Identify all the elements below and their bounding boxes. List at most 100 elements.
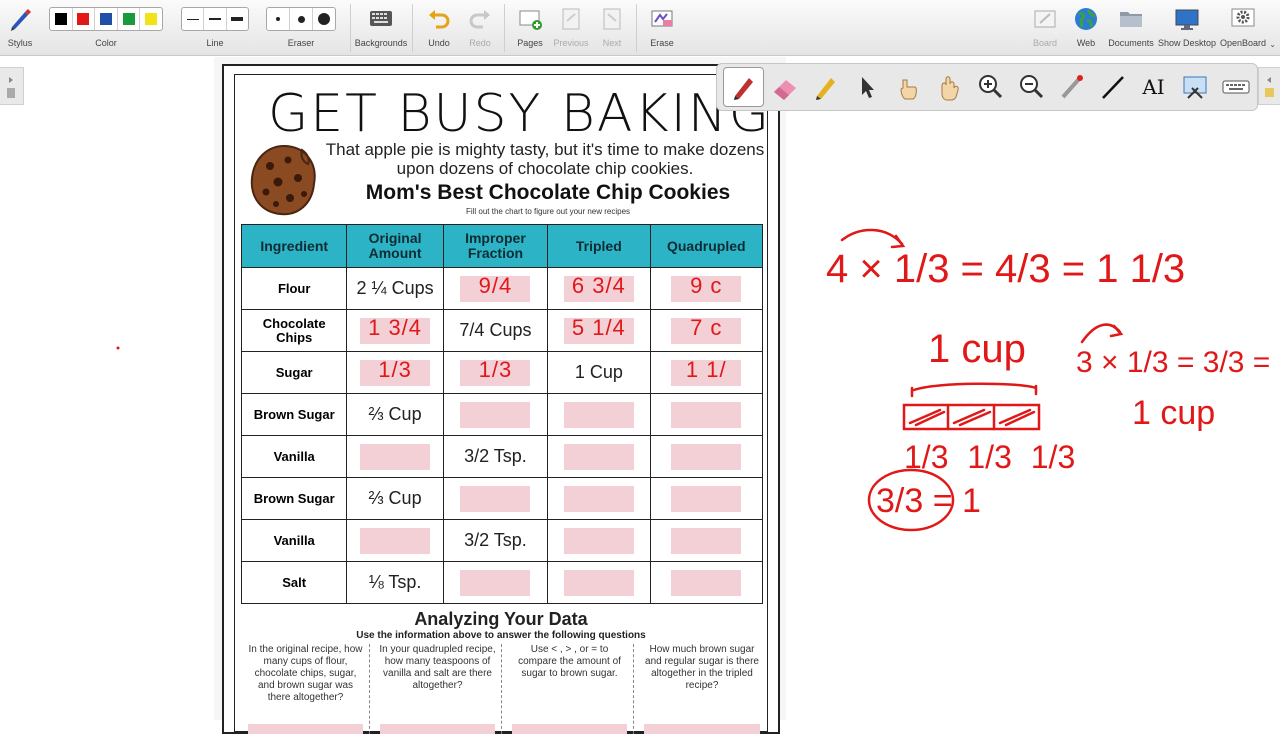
answer-box[interactable]	[671, 401, 742, 428]
web-button[interactable]: Web	[1066, 0, 1106, 56]
improper-cell[interactable]: 7/4 Cups	[442, 309, 549, 352]
improper-cell[interactable]	[442, 393, 549, 436]
eraser-medium[interactable]	[290, 8, 313, 30]
backgrounds-button[interactable]: Backgrounds	[352, 0, 410, 56]
laser-pointer-tool[interactable]	[1051, 67, 1092, 107]
eraser-small[interactable]	[267, 8, 290, 30]
answer-box[interactable]	[563, 569, 634, 596]
answer-box[interactable]: 1 1/	[671, 357, 742, 386]
virtual-keyboard-tool[interactable]	[1215, 67, 1256, 107]
tripled-cell[interactable]	[547, 561, 651, 604]
erase-button[interactable]: Erase	[642, 0, 682, 56]
capture-tool[interactable]	[1174, 67, 1215, 107]
quadrupled-cell[interactable]: 7 c	[649, 309, 764, 352]
answer-box[interactable]	[380, 724, 495, 734]
answer-box[interactable]	[671, 569, 742, 596]
original-cell[interactable]: ⅔ Cup	[346, 393, 444, 436]
stylus-button[interactable]: Stylus	[0, 0, 40, 56]
original-cell[interactable]: 2 ¼ Cups	[346, 267, 444, 310]
answer-box[interactable]	[644, 724, 760, 734]
previous-button[interactable]: Previous	[551, 0, 591, 56]
tripled-cell[interactable]	[547, 519, 651, 562]
answer-box[interactable]: 5 1/4	[563, 315, 634, 344]
next-button[interactable]: Next	[593, 0, 631, 56]
eraser-tool[interactable]	[764, 67, 805, 107]
answer-box[interactable]: 1 3/4	[360, 315, 431, 344]
left-pages-panel-toggle[interactable]	[0, 67, 24, 105]
original-cell[interactable]: ⅛ Tsp.	[346, 561, 444, 604]
answer-box[interactable]: 1/3	[360, 357, 431, 386]
answer-box[interactable]	[360, 527, 431, 554]
answer-box[interactable]	[563, 485, 634, 512]
interact-tool[interactable]	[887, 67, 928, 107]
tripled-cell[interactable]	[547, 393, 651, 436]
board-button[interactable]: Board	[1025, 0, 1065, 56]
improper-cell[interactable]: 1/3	[442, 351, 549, 394]
color-yellow[interactable]	[140, 8, 162, 30]
quadrupled-cell[interactable]: 9 c	[649, 267, 764, 310]
original-cell[interactable]: 1 3/4	[346, 309, 444, 352]
improper-cell[interactable]: 9/4	[442, 267, 549, 310]
pen-tool[interactable]	[723, 67, 764, 107]
zoom-in-tool[interactable]	[969, 67, 1010, 107]
answer-box[interactable]	[563, 443, 634, 470]
original-cell[interactable]: 1/3	[346, 351, 444, 394]
answer-box[interactable]	[248, 724, 363, 734]
documents-button[interactable]: Documents	[1107, 0, 1155, 56]
answer-box[interactable]: 9/4	[460, 273, 531, 302]
quadrupled-cell[interactable]	[649, 561, 764, 604]
answer-box[interactable]: 7 c	[671, 315, 742, 344]
improper-cell[interactable]	[442, 561, 549, 604]
original-cell[interactable]	[346, 519, 444, 562]
answer-box[interactable]	[671, 443, 742, 470]
improper-cell[interactable]: 3/2 Tsp.	[442, 435, 549, 478]
answer-box[interactable]	[563, 527, 634, 554]
highlighter-tool[interactable]	[805, 67, 846, 107]
text-tool[interactable]: AI	[1133, 67, 1174, 107]
openboard-menu-button[interactable]: OpenBoard	[1218, 0, 1268, 56]
right-panel-toggle[interactable]	[1258, 67, 1280, 105]
answer-box[interactable]: 9 c	[671, 273, 742, 302]
tripled-cell[interactable]	[547, 477, 651, 520]
quadrupled-cell[interactable]	[649, 435, 764, 478]
answer-box[interactable]: 1/3	[460, 357, 531, 386]
line-tool[interactable]	[1092, 67, 1133, 107]
answer-box[interactable]	[671, 485, 742, 512]
quadrupled-cell[interactable]	[649, 477, 764, 520]
tripled-cell[interactable]: 6 3/4	[547, 267, 651, 310]
toolbar-expand-chevron-icon[interactable]: ⌄	[1269, 40, 1276, 49]
answer-box[interactable]	[460, 569, 531, 596]
select-tool[interactable]	[846, 67, 887, 107]
pages-button[interactable]: Pages	[510, 0, 550, 56]
answer-box[interactable]	[512, 724, 627, 734]
original-cell[interactable]: ⅔ Cup	[346, 477, 444, 520]
color-black[interactable]	[50, 8, 73, 30]
color-green[interactable]	[118, 8, 141, 30]
hand-tool[interactable]	[928, 67, 969, 107]
undo-button[interactable]: Undo	[420, 0, 458, 56]
eraser-large[interactable]	[313, 8, 335, 30]
answer-box[interactable]: 6 3/4	[563, 273, 634, 302]
improper-cell[interactable]	[442, 477, 549, 520]
tripled-cell[interactable]: 5 1/4	[547, 309, 651, 352]
answer-box[interactable]	[360, 443, 431, 470]
quadrupled-cell[interactable]	[649, 519, 764, 562]
zoom-out-tool[interactable]	[1010, 67, 1051, 107]
original-cell[interactable]	[346, 435, 444, 478]
line-thick[interactable]	[227, 8, 248, 30]
quadrupled-cell[interactable]: 1 1/	[649, 351, 764, 394]
tripled-cell[interactable]: 1 Cup	[547, 351, 651, 394]
tripled-cell[interactable]	[547, 435, 651, 478]
color-red[interactable]	[73, 8, 96, 30]
answer-box[interactable]	[460, 485, 531, 512]
answer-box[interactable]	[671, 527, 742, 554]
answer-box[interactable]	[460, 401, 531, 428]
quadrupled-cell[interactable]	[649, 393, 764, 436]
line-medium[interactable]	[204, 8, 227, 30]
answer-box[interactable]	[563, 401, 634, 428]
improper-cell[interactable]: 3/2 Tsp.	[442, 519, 549, 562]
redo-button[interactable]: Redo	[462, 0, 498, 56]
color-blue[interactable]	[95, 8, 118, 30]
show-desktop-button[interactable]: Show Desktop	[1157, 0, 1217, 56]
line-thin[interactable]	[182, 8, 205, 30]
